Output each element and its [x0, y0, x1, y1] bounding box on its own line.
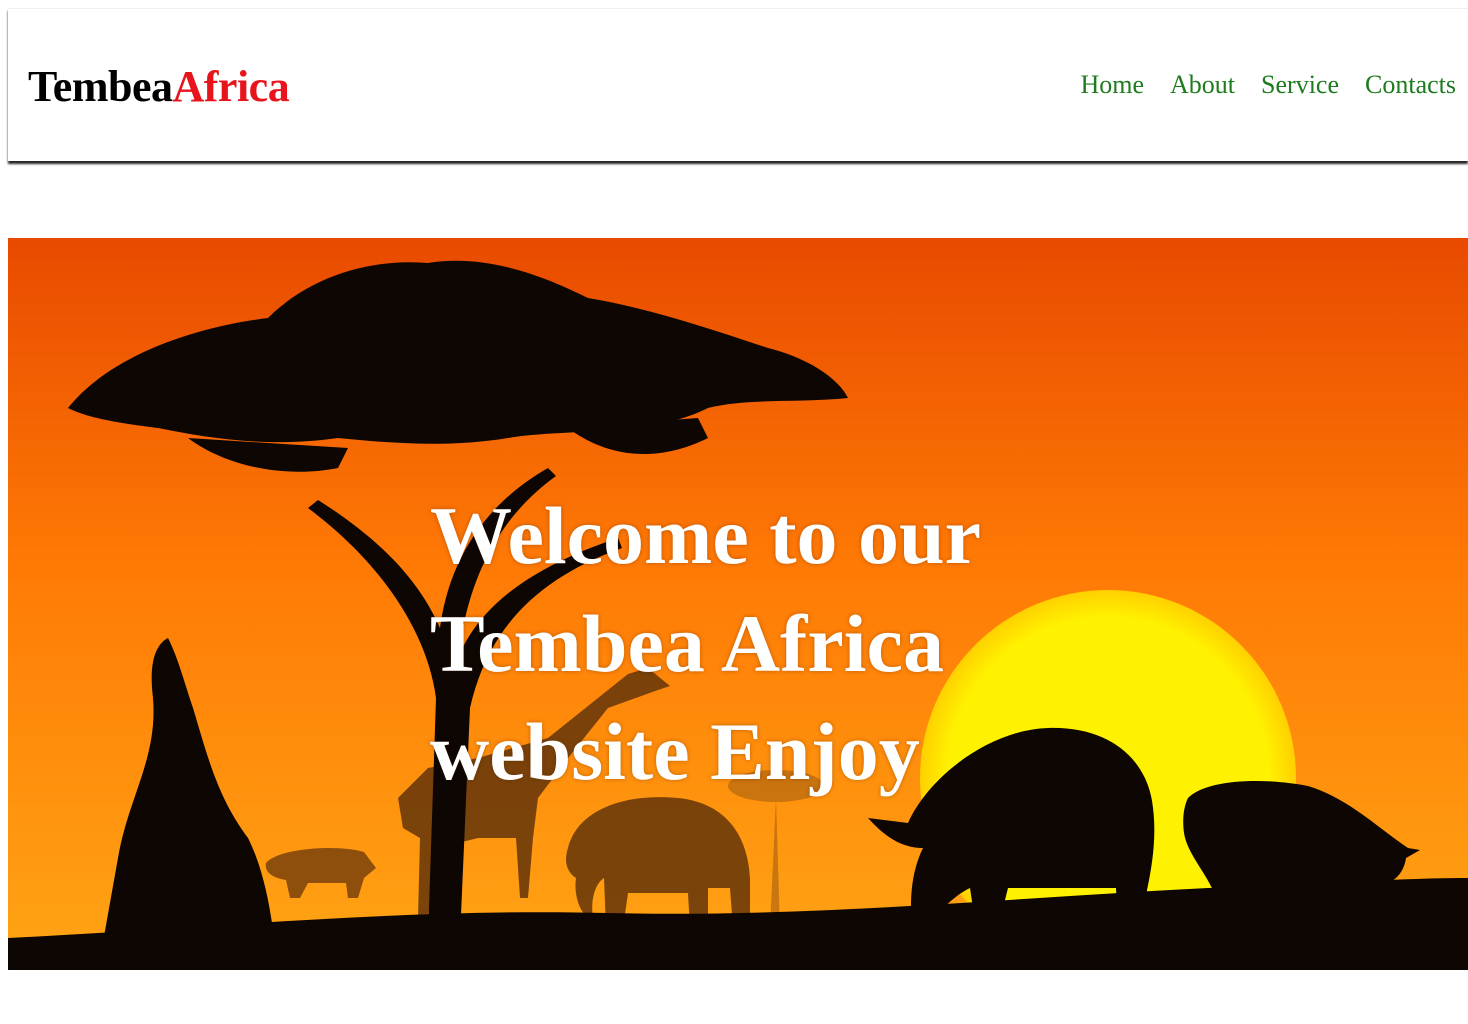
- site-logo[interactable]: TembeaAfrica: [28, 61, 290, 113]
- hero-heading-line-3: website Enjoy: [430, 706, 920, 797]
- hero-heading-line-1: Welcome to our: [430, 490, 982, 581]
- hero-heading: Welcome to our Tembea Africa website Enj…: [430, 482, 1110, 806]
- logo-text-africa: Africa: [172, 62, 290, 111]
- nav-link-home[interactable]: Home: [1080, 67, 1144, 103]
- hero-heading-line-2: Tembea Africa: [430, 598, 944, 689]
- nav-link-contacts[interactable]: Contacts: [1365, 67, 1456, 103]
- logo-text-tembea: Tembea: [28, 62, 173, 111]
- nav-link-about[interactable]: About: [1170, 67, 1235, 103]
- nav-link-service[interactable]: Service: [1261, 67, 1339, 103]
- main-nav: Home About Service Contacts: [1080, 67, 1456, 103]
- hero-banner: Welcome to our Tembea Africa website Enj…: [8, 238, 1468, 970]
- site-header: TembeaAfrica Home About Service Contacts: [8, 8, 1468, 161]
